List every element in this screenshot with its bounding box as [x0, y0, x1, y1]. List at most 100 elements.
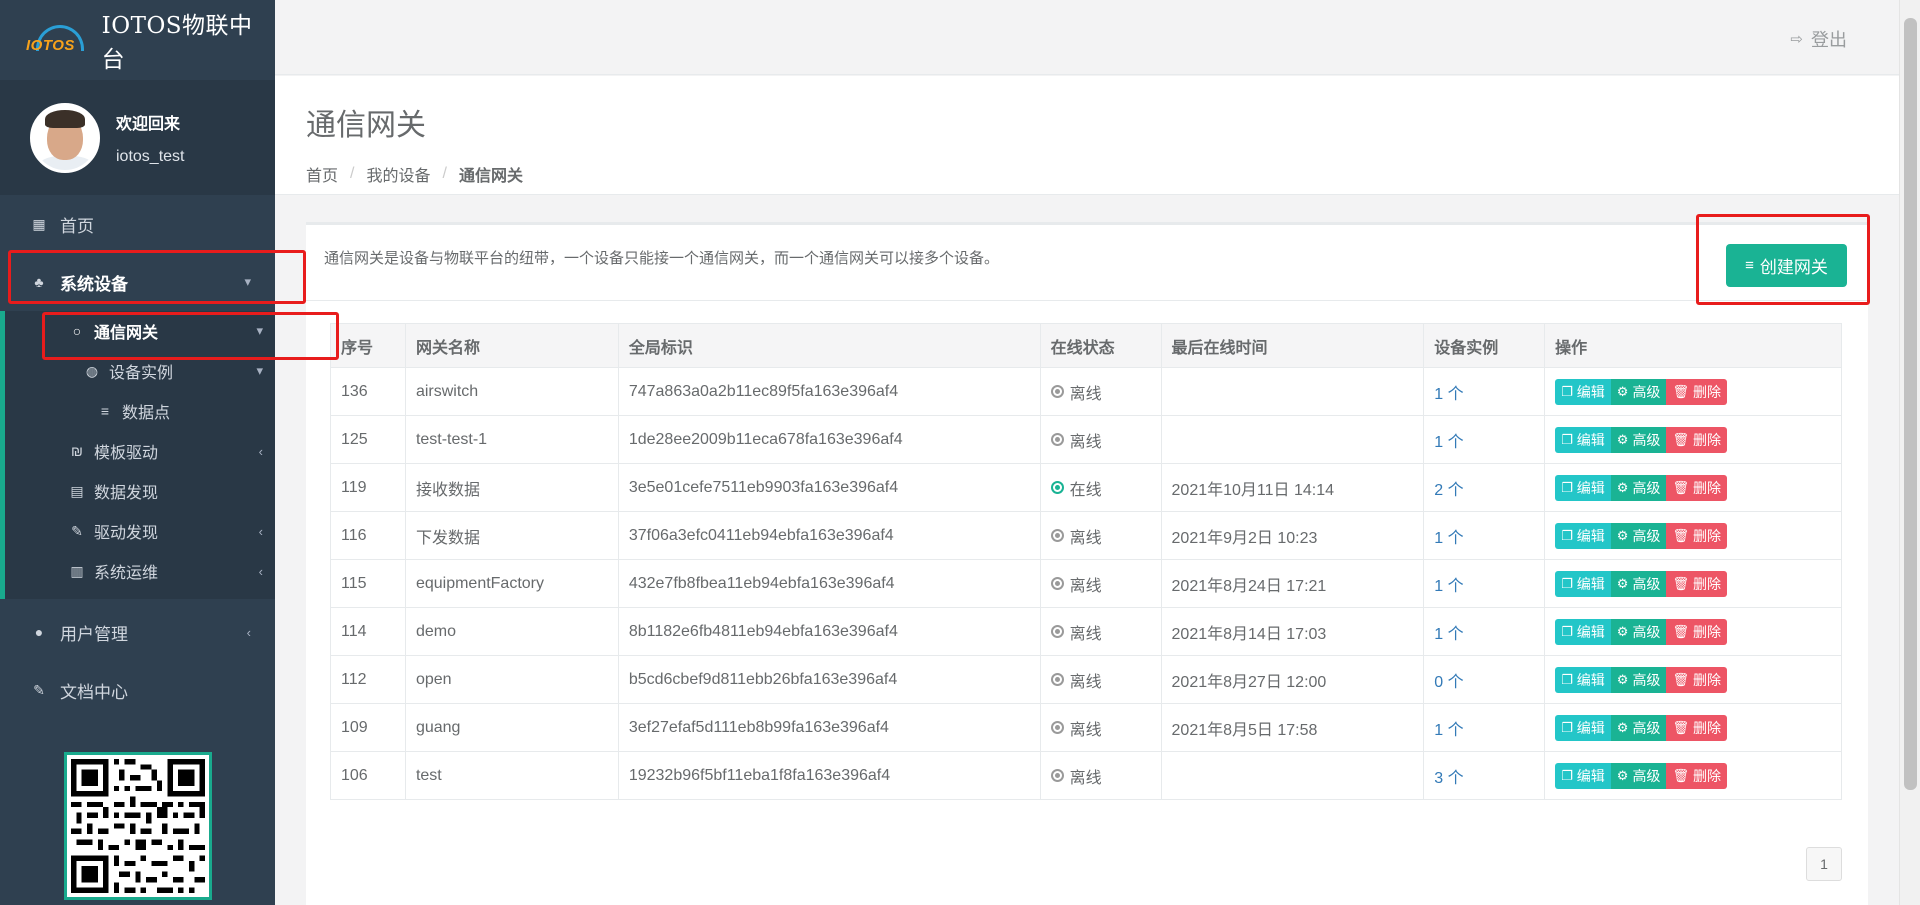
uid-cell: 1de28ee2009b11eca678fa163e396af4: [617, 415, 1041, 464]
instances-link[interactable]: 1 个: [1434, 434, 1463, 451]
edit-button-label: 编辑: [1576, 431, 1605, 448]
advanced-button[interactable]: ⚙ 高级: [1610, 378, 1667, 405]
advanced-button[interactable]: ⚙ 高级: [1610, 426, 1667, 453]
nav-item-driver-discovery[interactable]: ✎ 驱动发现 ‹: [5, 511, 275, 551]
instances-link[interactable]: 1 个: [1434, 578, 1463, 595]
column-header[interactable]: 序号: [330, 323, 406, 368]
delete-button[interactable]: 🗑 删除: [1666, 378, 1727, 405]
brand[interactable]: IOTOS IOTOS物联中台: [0, 0, 275, 80]
times-circle-icon: [1050, 721, 1064, 734]
instances-cell[interactable]: 3 个: [1423, 751, 1546, 800]
scrollbar[interactable]: [1899, 0, 1920, 905]
edit-button[interactable]: ❐ 编辑: [1555, 522, 1611, 549]
instances-link[interactable]: 0 个: [1434, 674, 1463, 691]
nav-item-user-mgmt[interactable]: ● 用户管理 ‹: [0, 603, 275, 661]
delete-button[interactable]: 🗑 删除: [1666, 762, 1727, 789]
edit-button[interactable]: ❐ 编辑: [1555, 714, 1611, 741]
table-header-row: 序号 网关名称 全局标识 在线状态 最后在线时间 设备实例 操作: [330, 323, 1842, 368]
last-cell: 2021年8月5日 17:58: [1160, 703, 1425, 752]
logout-link[interactable]: ⇨ 登出: [1790, 26, 1847, 52]
instances-link[interactable]: 1 个: [1434, 626, 1463, 643]
instances-link[interactable]: 3 个: [1434, 770, 1463, 787]
trash-icon: 🗑: [1672, 431, 1689, 447]
nav-item-docs[interactable]: ✎ 文档中心: [0, 661, 275, 719]
nav-label: 首页: [60, 216, 94, 236]
instances-link[interactable]: 2 个: [1434, 482, 1463, 499]
advanced-button-label: 高级: [1632, 431, 1661, 448]
advanced-button[interactable]: ⚙ 高级: [1610, 474, 1667, 501]
name-cell: 下发数据: [404, 511, 619, 560]
instances-link[interactable]: 1 个: [1434, 386, 1463, 403]
id-cell: 136: [330, 367, 406, 416]
advanced-button[interactable]: ⚙ 高级: [1610, 522, 1667, 549]
advanced-button[interactable]: ⚙ 高级: [1610, 570, 1667, 597]
instances-cell[interactable]: 1 个: [1423, 511, 1546, 560]
instances-link[interactable]: 1 个: [1434, 722, 1463, 739]
instances-cell[interactable]: 1 个: [1423, 415, 1546, 464]
advanced-button-label: 高级: [1632, 383, 1661, 400]
delete-button[interactable]: 🗑 删除: [1666, 522, 1727, 549]
name-cell: test: [404, 751, 619, 800]
edit-button[interactable]: ❐ 编辑: [1555, 474, 1611, 501]
column-header[interactable]: 在线状态: [1039, 323, 1162, 368]
status-label: 在线: [1069, 481, 1102, 499]
action-button-group: ❐ 编辑 ⚙ 高级 🗑 删除: [1555, 618, 1727, 645]
instances-cell[interactable]: 2 个: [1423, 463, 1546, 512]
edit-button[interactable]: ❐ 编辑: [1555, 570, 1611, 597]
breadcrumb-current: 通信网关: [458, 168, 523, 185]
delete-button[interactable]: 🗑 删除: [1666, 570, 1727, 597]
logo-text: IOTOS: [26, 37, 75, 54]
copy-icon: ❐: [1561, 767, 1573, 783]
instances-link[interactable]: 1 个: [1434, 530, 1463, 547]
advanced-button[interactable]: ⚙ 高级: [1610, 762, 1667, 789]
chevron-left-icon: ‹: [258, 443, 263, 459]
status-label: 离线: [1069, 433, 1102, 451]
column-header[interactable]: 全局标识: [617, 323, 1041, 368]
nav-item-data-discovery[interactable]: ▤ 数据发现: [5, 471, 275, 511]
delete-button[interactable]: 🗑 删除: [1666, 474, 1727, 501]
delete-button[interactable]: 🗑 删除: [1666, 666, 1727, 693]
column-header[interactable]: 网关名称: [404, 323, 619, 368]
instances-cell[interactable]: 1 个: [1423, 703, 1546, 752]
avatar[interactable]: [30, 102, 100, 173]
actions-cell: ❐ 编辑 ⚙ 高级 🗑 删除: [1544, 703, 1842, 752]
column-header[interactable]: 设备实例: [1423, 323, 1546, 368]
column-header[interactable]: 最后在线时间: [1160, 323, 1425, 368]
instances-cell[interactable]: 0 个: [1423, 655, 1546, 704]
nav-item-template-driver[interactable]: ₪ 模板驱动 ‹: [5, 431, 275, 471]
edit-button[interactable]: ❐ 编辑: [1555, 666, 1611, 693]
edit-button[interactable]: ❐ 编辑: [1555, 426, 1611, 453]
nav-item-data-point[interactable]: ≡ 数据点: [5, 391, 275, 431]
delete-button[interactable]: 🗑 删除: [1666, 714, 1727, 741]
edit-button[interactable]: ❐ 编辑: [1555, 378, 1611, 405]
delete-button[interactable]: 🗑 删除: [1666, 426, 1727, 453]
edit-button[interactable]: ❐ 编辑: [1555, 618, 1611, 645]
delete-button[interactable]: 🗑 删除: [1666, 618, 1727, 645]
trash-icon: 🗑: [1672, 671, 1689, 687]
advanced-button[interactable]: ⚙ 高级: [1610, 714, 1667, 741]
edit-button[interactable]: ❐ 编辑: [1555, 762, 1611, 789]
instances-cell[interactable]: 1 个: [1423, 559, 1546, 608]
advanced-button[interactable]: ⚙ 高级: [1610, 618, 1667, 645]
instances-cell[interactable]: 1 个: [1423, 367, 1546, 416]
action-button-group: ❐ 编辑 ⚙ 高级 🗑 删除: [1555, 714, 1727, 741]
copy-icon: ❐: [1561, 527, 1573, 543]
edit-button-label: 编辑: [1576, 575, 1605, 592]
nav-item-home[interactable]: ▦ 首页: [0, 195, 275, 253]
nav-item-system-ops[interactable]: ▥ 系统运维 ‹: [5, 551, 275, 591]
last-cell: 2021年9月2日 10:23: [1160, 511, 1425, 560]
highlight-box-gateway: [42, 312, 339, 360]
breadcrumb-home[interactable]: 首页: [306, 162, 338, 186]
scrollbar-thumb[interactable]: [1904, 18, 1917, 790]
chevron-down-icon: ▾: [256, 363, 263, 378]
delete-button-label: 删除: [1692, 575, 1721, 592]
cogs-icon: ⚙: [1616, 575, 1629, 591]
status-offline: 离线: [1050, 524, 1102, 548]
grid-icon: ▦: [32, 215, 46, 232]
breadcrumb-my-devices[interactable]: 我的设备: [366, 162, 430, 186]
table-body: 136 airswitch 747a863a0a2b11ec89f5fa163e39…: [330, 367, 1842, 800]
action-button-group: ❐ 编辑 ⚙ 高级 🗑 删除: [1555, 474, 1727, 501]
instances-cell[interactable]: 1 个: [1423, 607, 1546, 656]
pagination-page-button[interactable]: 1: [1806, 847, 1842, 881]
advanced-button[interactable]: ⚙ 高级: [1610, 666, 1667, 693]
